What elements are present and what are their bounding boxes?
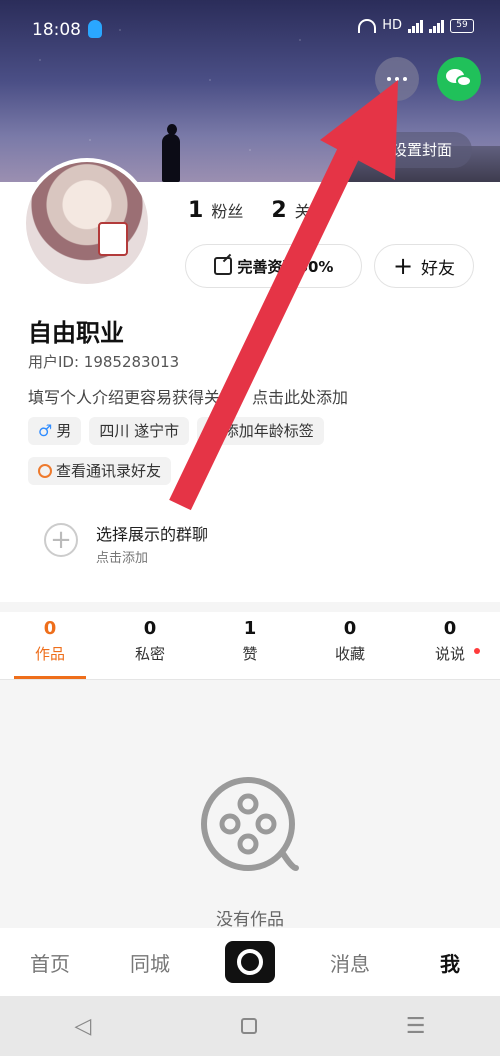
complete-profile-label: 完善资料60% xyxy=(237,257,334,276)
add-circle-icon: + xyxy=(44,523,78,557)
add-friend-label: 好友 xyxy=(421,258,456,279)
tab-posts[interactable]: 0 说说 xyxy=(400,612,500,679)
user-id: 用户ID: 1985283013 xyxy=(28,353,180,371)
male-icon: ♂ xyxy=(38,421,53,440)
tab-works[interactable]: 0 作品 xyxy=(0,612,100,679)
content-tabs: 0 作品 0 私密 1赞 0 收藏 0 说说 xyxy=(0,612,500,680)
signal-icon-2 xyxy=(429,19,444,33)
more-options-button[interactable] xyxy=(375,57,419,101)
avatar[interactable] xyxy=(22,158,152,288)
status-time: 18:08 xyxy=(32,20,81,40)
edit-icon xyxy=(213,257,232,275)
status-bar: 18:08 HD 59 xyxy=(0,0,500,56)
fans-count: 1 xyxy=(188,198,204,223)
following-label: 关注 xyxy=(294,202,327,221)
bottom-nav: 首页 同城 消息 我 xyxy=(0,928,500,996)
nav-messages[interactable]: 消息 xyxy=(300,948,400,977)
group-chat-card[interactable]: + 选择展示的群聊 点击添加 xyxy=(28,505,240,577)
hd-label: HD xyxy=(382,18,402,33)
group-subtitle: 点击添加 xyxy=(96,551,149,566)
recent-apps-icon[interactable]: ☰ xyxy=(406,1014,426,1039)
battery-icon: 59 xyxy=(450,18,474,33)
tag-gender[interactable]: ♂ 男 xyxy=(28,417,82,445)
nav-me[interactable]: 我 xyxy=(400,948,500,977)
camera-icon xyxy=(225,941,275,983)
bio-prompt[interactable]: 填写个人介绍更容易获得关注，点击此处添加 xyxy=(28,384,348,408)
group-title: 选择展示的群聊 xyxy=(96,525,209,544)
film-reel-icon xyxy=(201,777,299,871)
nav-shoot[interactable] xyxy=(200,941,300,983)
tab-private[interactable]: 0 私密 xyxy=(100,612,200,679)
following-stat[interactable]: 2 关注 xyxy=(271,198,326,223)
fans-stat[interactable]: 1 粉丝 xyxy=(188,198,243,223)
set-cover-button[interactable]: 设置封面 xyxy=(372,132,472,168)
plus-icon: + xyxy=(207,422,220,440)
system-nav-bar: ◁ ☰ xyxy=(0,996,500,1056)
tab-likes[interactable]: 1赞 xyxy=(200,612,300,679)
plus-icon: + xyxy=(392,252,414,280)
fans-label: 粉丝 xyxy=(211,202,244,221)
notification-dot xyxy=(474,648,480,654)
qq-icon xyxy=(88,20,102,38)
nav-city[interactable]: 同城 xyxy=(100,948,200,977)
home-icon[interactable] xyxy=(240,1018,257,1034)
tag-list: ♂ 男 四川 遂宁市 + 添加年龄标签 xyxy=(28,417,324,445)
empty-state: 没有作品 xyxy=(0,680,500,930)
stats-row: 1 粉丝 2 关注 xyxy=(188,198,327,223)
empty-text: 没有作品 xyxy=(216,910,284,930)
back-icon[interactable]: ◁ xyxy=(75,1014,92,1039)
view-contacts-button[interactable]: 查看通讯录好友 xyxy=(28,457,172,485)
tab-favorites[interactable]: 0 收藏 xyxy=(300,612,400,679)
tag-location[interactable]: 四川 遂宁市 xyxy=(89,417,190,445)
contacts-icon xyxy=(38,464,52,478)
add-friend-button[interactable]: + 好友 xyxy=(374,244,474,288)
system-icons: HD 59 xyxy=(358,18,474,33)
signal-icon xyxy=(408,19,423,33)
silhouette-figure xyxy=(158,124,184,182)
nav-home[interactable]: 首页 xyxy=(0,948,100,977)
profile-name: 自由职业 xyxy=(28,319,124,347)
wechat-share-button[interactable] xyxy=(437,57,481,101)
wifi-icon xyxy=(358,18,377,33)
complete-profile-button[interactable]: 完善资料60% xyxy=(185,244,362,288)
tag-add-age[interactable]: + 添加年龄标签 xyxy=(197,417,324,445)
following-count: 2 xyxy=(271,198,287,223)
